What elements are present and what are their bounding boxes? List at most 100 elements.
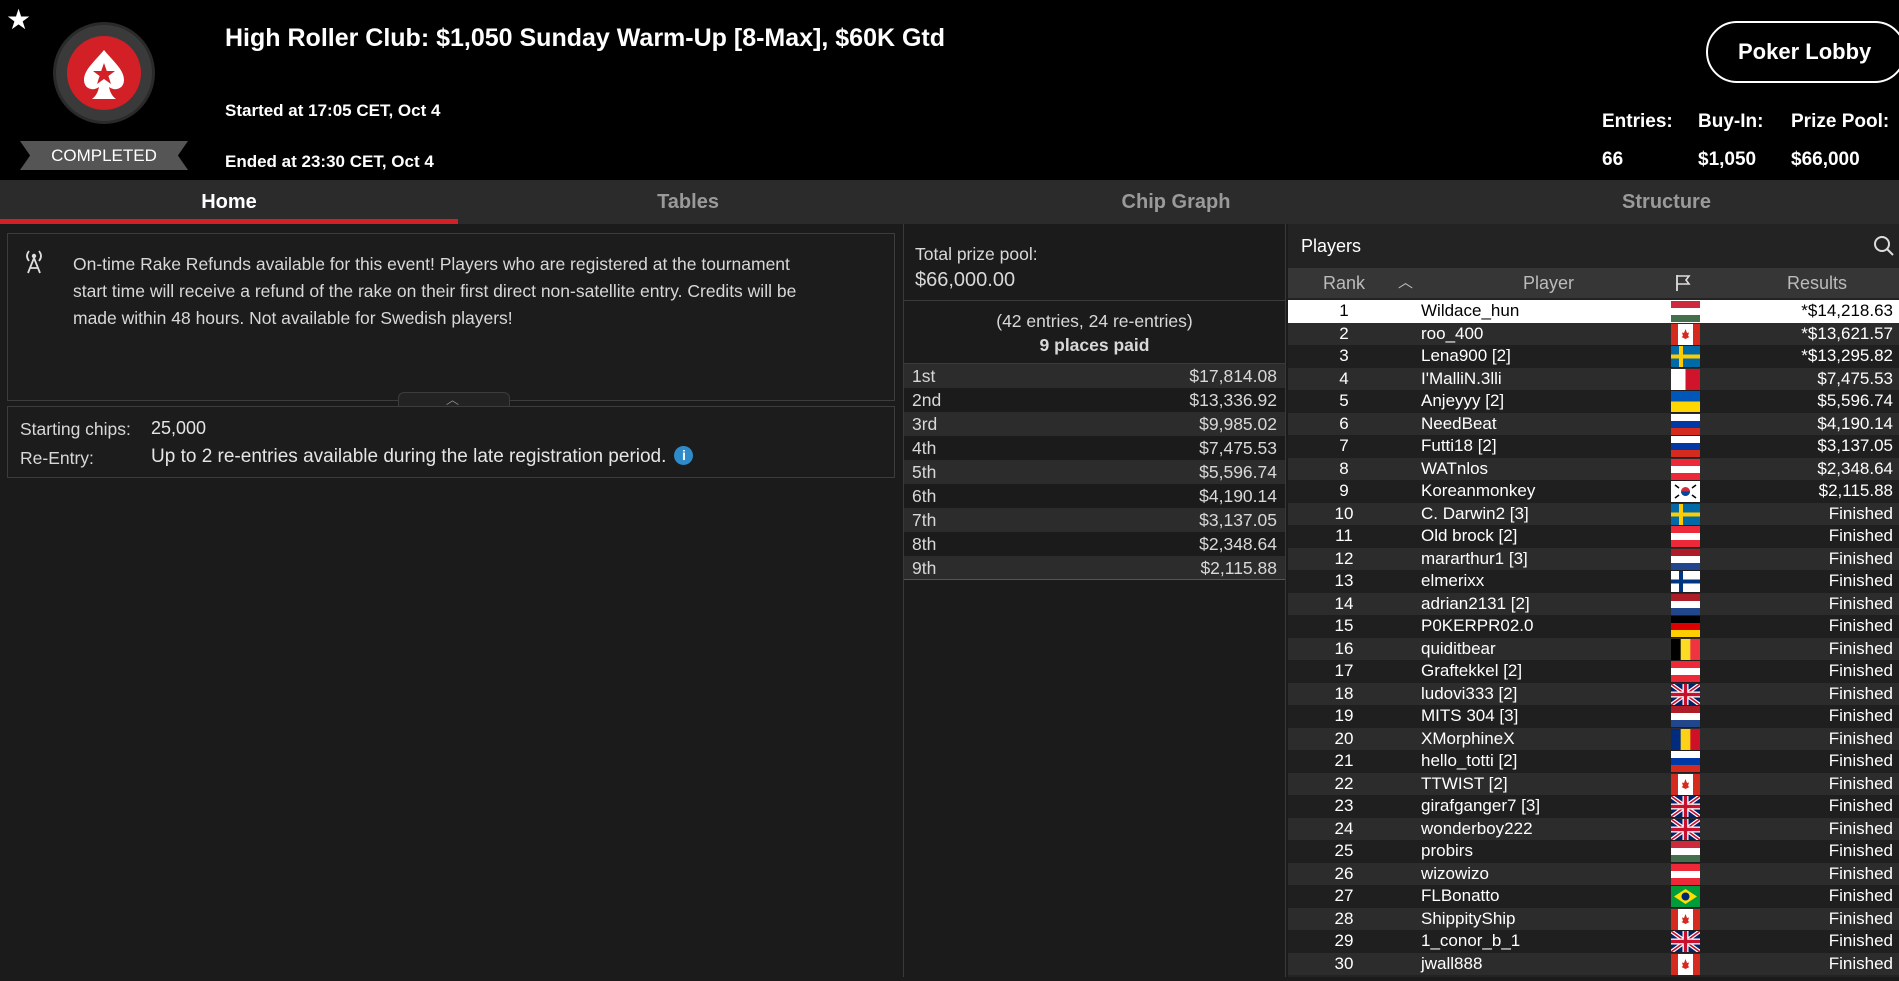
prize-place: 3rd (912, 414, 938, 434)
player-row[interactable]: 10 C. Darwin2 [3] Finished (1288, 502, 1899, 525)
player-result: Finished (1828, 661, 1893, 680)
favorite-star-icon[interactable]: ★ (6, 6, 31, 34)
tab-tables[interactable]: Tables (458, 180, 918, 224)
player-result: Finished (1828, 841, 1893, 860)
prize-row: 2nd $13,336.92 (904, 388, 1285, 412)
player-result: Finished (1828, 863, 1893, 883)
player-row[interactable]: 24 wonderboy222 Finished (1288, 816, 1899, 842)
tab-home[interactable]: Home (0, 180, 458, 224)
player-result: $7,475.53 (1817, 368, 1893, 388)
prize-place: 8th (912, 534, 937, 554)
player-row[interactable]: 28 ShippityShip Finished (1288, 907, 1899, 930)
entries-value: 66 (1602, 149, 1624, 170)
player-result: Finished (1828, 548, 1893, 568)
player-row[interactable]: 30 jwall888 Finished (1288, 952, 1899, 975)
player-result: Finished (1828, 683, 1893, 703)
player-row[interactable]: 25 probirs Finished (1288, 840, 1899, 863)
player-result: Finished (1828, 773, 1893, 793)
player-rank: 25 (1334, 841, 1354, 860)
country-flag-icon (1671, 458, 1700, 480)
country-flag-icon (1669, 816, 1702, 842)
prize-place: 4th (912, 438, 937, 458)
player-result: Finished (1828, 728, 1893, 748)
player-rank: 15 (1334, 616, 1354, 635)
player-row[interactable]: 5 Anjeyyy [2] $5,596.74 (1288, 390, 1899, 413)
player-rank: 6 (1339, 413, 1349, 433)
country-flag-icon (1671, 301, 1700, 323)
player-name: 1_conor_b_1 (1421, 931, 1521, 950)
prize-amount: $5,596.74 (1199, 462, 1277, 482)
country-flag-icon (1671, 368, 1701, 390)
player-row[interactable]: 7 Futti18 [2] $3,137.05 (1288, 435, 1899, 458)
rank-column-header[interactable]: Rank (1308, 268, 1380, 298)
player-row[interactable]: 26 wizowizo Finished (1288, 862, 1899, 885)
poker-lobby-button[interactable]: Poker Lobby (1706, 21, 1899, 83)
player-result: $3,137.05 (1817, 436, 1893, 455)
player-name: WATnlos (1421, 458, 1489, 478)
prize-place: 1st (912, 366, 936, 386)
player-row[interactable]: 18 ludovi333 [2] Finished (1288, 681, 1899, 707)
player-name: NeedBeat (1421, 413, 1497, 433)
player-name: girafganger7 [3] (1421, 796, 1541, 815)
player-row[interactable]: 9 Koreanmonkey $2,115.88 (1288, 480, 1899, 503)
prize-row: 6th $4,190.14 (904, 484, 1285, 508)
player-row[interactable]: 6 NeedBeat $4,190.14 (1288, 412, 1899, 435)
prize-amount: $3,137.05 (1199, 510, 1277, 530)
tab-structure[interactable]: Structure (1434, 180, 1899, 224)
player-name: elmerixx (1421, 571, 1485, 590)
player-row[interactable]: 19 MITS 304 [3] Finished (1288, 705, 1899, 728)
player-name: Anjeyyy [2] (1421, 391, 1505, 410)
player-row[interactable]: 3 Lena900 [2] *$13,295.82 (1288, 345, 1899, 368)
player-result: *$13,621.57 (1801, 323, 1893, 343)
player-column-header[interactable]: Player (1523, 268, 1574, 298)
results-column-header[interactable]: Results (1787, 268, 1847, 298)
starting-chips-value: 25,000 (151, 418, 207, 438)
player-name: I'MalliN.3lli (1421, 368, 1502, 388)
prizepool-label: Prize Pool: (1791, 111, 1890, 132)
player-name: XMorphineX (1421, 728, 1515, 748)
player-row[interactable]: 8 WATnlos $2,348.64 (1288, 457, 1899, 480)
player-rank: 10 (1334, 503, 1354, 523)
player-row[interactable]: 20 XMorphineX Finished (1288, 727, 1899, 750)
player-result: Finished (1828, 953, 1893, 973)
player-rank: 18 (1334, 683, 1354, 703)
player-row[interactable]: 29 1_conor_b_1 Finished (1288, 929, 1899, 954)
player-name: adrian2131 [2] (1421, 593, 1530, 613)
player-result: Finished (1828, 571, 1893, 590)
player-result: *$14,218.63 (1801, 301, 1893, 320)
player-rank: 24 (1334, 818, 1354, 838)
player-row[interactable]: 1 Wildace_hun *$14,218.63 (1288, 300, 1899, 323)
player-result: Finished (1828, 526, 1893, 545)
reentry-value-wrap: Up to 2 re-entries available during the … (151, 446, 694, 468)
player-rank: 13 (1334, 571, 1354, 590)
player-rank: 28 (1334, 908, 1354, 928)
player-rank: 26 (1334, 863, 1354, 883)
player-row[interactable]: 27 FLBonatto Finished (1288, 885, 1899, 908)
player-rank: 12 (1334, 548, 1354, 568)
player-row[interactable]: 11 Old brock [2] Finished (1288, 525, 1899, 548)
player-row[interactable]: 16 quiditbear Finished (1288, 637, 1899, 660)
player-rank: 19 (1334, 706, 1354, 725)
player-row[interactable]: 4 I'MalliN.3lli $7,475.53 (1288, 367, 1899, 390)
player-row[interactable]: 2 roo_400 *$13,621.57 (1288, 322, 1899, 345)
country-flag-icon (1671, 548, 1700, 570)
player-name: Graftekkel [2] (1421, 661, 1523, 680)
prize-amount: $2,348.64 (1199, 534, 1277, 554)
info-icon[interactable]: i (674, 446, 694, 465)
player-row[interactable]: 12 mararthur1 [3] Finished (1288, 547, 1899, 570)
starting-chips-label: Starting chips: (20, 419, 131, 439)
player-rank: 23 (1334, 796, 1354, 815)
search-icon[interactable] (1873, 235, 1895, 257)
player-rank: 7 (1339, 436, 1349, 455)
flag-column-icon[interactable] (1673, 273, 1693, 293)
player-row[interactable]: 23 girafganger7 [3] Finished (1288, 794, 1899, 819)
player-row[interactable]: 21 hello_totti [2] Finished (1288, 750, 1899, 773)
player-row[interactable]: 15 P0KERPR02.0 Finished (1288, 615, 1899, 638)
player-row[interactable]: 13 elmerixx Finished (1288, 570, 1899, 593)
country-flag-icon (1671, 953, 1700, 975)
player-row[interactable]: 17 Graftekkel [2] Finished (1288, 660, 1899, 683)
player-row[interactable]: 14 adrian2131 [2] Finished (1288, 592, 1899, 615)
tab-chip-graph[interactable]: Chip Graph (918, 180, 1434, 224)
player-row[interactable]: 22 TTWIST [2] Finished (1288, 772, 1899, 795)
sort-asc-icon[interactable]: ︿ (1398, 268, 1413, 298)
